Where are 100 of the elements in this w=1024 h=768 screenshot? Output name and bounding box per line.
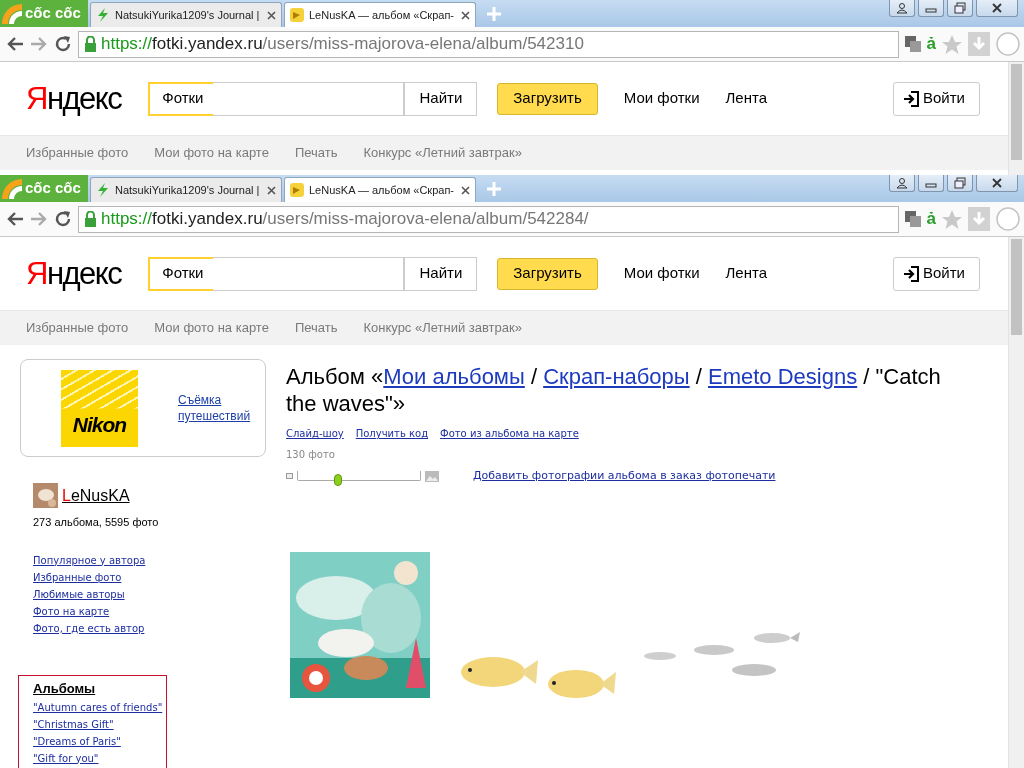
nav-link[interactable]: Конкурс «Летний завтрак»: [363, 143, 522, 163]
circle-icon[interactable]: [996, 207, 1020, 231]
close-icon: [991, 177, 1003, 189]
upload-button[interactable]: Загрузить: [497, 257, 598, 290]
brand-logo: Nikon: [61, 369, 138, 447]
login-button[interactable]: Войти: [893, 81, 980, 116]
header-link[interactable]: Лента: [725, 262, 768, 285]
minimize-button[interactable]: [918, 0, 944, 17]
new-tab-button[interactable]: [486, 181, 502, 197]
sidebar-link[interactable]: Популярное у автора: [33, 552, 266, 569]
close-button[interactable]: [976, 175, 1018, 192]
avatar: [33, 483, 58, 508]
browser-tab[interactable]: NatsukiYurika1209's Journal |: [90, 2, 282, 27]
nav-link[interactable]: Печать: [294, 318, 338, 338]
reload-button[interactable]: [54, 35, 72, 53]
search-field[interactable]: [213, 256, 405, 291]
person-icon: [896, 2, 908, 14]
maximize-icon: [954, 2, 966, 14]
new-tab-button[interactable]: [486, 6, 502, 22]
address-field[interactable]: https://fotki.yandex.ru/users/miss-majorova-elena/album/542284/: [78, 205, 899, 233]
nav-link[interactable]: Мои фото на карте: [154, 143, 269, 163]
logo-text: cốc cốc: [25, 178, 81, 199]
forward-button[interactable]: [30, 36, 48, 52]
nav-link[interactable]: Избранные фото: [26, 143, 129, 163]
sidebar-link[interactable]: Фото на карте: [33, 603, 266, 620]
scrollbar[interactable]: [1008, 237, 1024, 768]
album-link[interactable]: "Gift for you": [33, 750, 166, 767]
address-field[interactable]: https://fotki.yandex.ru/users/miss-majorova-elena/album/542310: [78, 30, 899, 58]
sun-icon: [2, 3, 22, 24]
maximize-icon: [954, 177, 966, 189]
forward-button[interactable]: [30, 211, 48, 227]
close-icon: [267, 185, 276, 195]
search-field[interactable]: [213, 81, 405, 116]
user-button[interactable]: [889, 0, 915, 17]
header-link[interactable]: Лента: [725, 87, 768, 110]
minimize-button[interactable]: [918, 175, 944, 192]
action-link[interactable]: Получить код: [355, 426, 429, 442]
album-link[interactable]: "Dreams of Paris": [33, 733, 166, 750]
user-button[interactable]: [889, 175, 915, 192]
site-logo[interactable]: Яндекс: [26, 83, 122, 114]
close-icon: [267, 10, 276, 20]
close-button[interactable]: [976, 0, 1018, 17]
maximize-button[interactable]: [947, 175, 973, 192]
username-link[interactable]: LeNusKA: [62, 483, 130, 508]
person-icon: [896, 177, 908, 189]
lock-icon: [84, 211, 97, 227]
nav-link[interactable]: Избранные фото: [26, 318, 129, 338]
header-link[interactable]: Мои фотки: [623, 262, 700, 285]
album-link[interactable]: "Autumn cares of friends": [33, 699, 166, 716]
browser-tab[interactable]: LeNusKA — альбом «Скрап-: [284, 177, 476, 202]
ad-link[interactable]: Съёмка путешествий: [178, 392, 258, 424]
login-icon: [903, 90, 919, 107]
breadcrumb-link[interactable]: Мои альбомы: [383, 364, 525, 389]
ad-banner[interactable]: Nikon Съёмка путешествий: [20, 359, 266, 457]
close-icon: [461, 185, 470, 195]
translate-button[interactable]: [904, 211, 921, 227]
bolt-icon: [96, 183, 110, 197]
star-button[interactable]: [942, 34, 962, 54]
maximize-button[interactable]: [947, 0, 973, 17]
album-link[interactable]: "Christmas Gift": [33, 716, 166, 733]
photo-count: 130 фото: [286, 448, 336, 462]
upload-button[interactable]: Загрузить: [497, 82, 598, 115]
sidebar-link[interactable]: Любимые авторы: [33, 586, 266, 603]
translate-button[interactable]: [904, 36, 921, 52]
browser-tab[interactable]: NatsukiYurika1209's Journal |: [90, 177, 282, 202]
lock-icon: [84, 36, 97, 52]
user-stats: 273 альбома, 5595 фото: [33, 515, 160, 530]
small-image-icon: [286, 473, 293, 479]
slider-thumb[interactable]: [334, 474, 343, 486]
album-title: Альбом «Мои альбомы / Скрап-наборы / Emeto Designs / "Catch the waves"»: [286, 363, 942, 417]
url-text: https://fotki.yandex.ru/users/miss-majorova-elena/album/542310: [101, 33, 584, 56]
close-icon: [991, 2, 1003, 14]
star-button[interactable]: [942, 209, 962, 229]
site-logo[interactable]: Яндекс: [26, 258, 122, 289]
breadcrumb-link[interactable]: Скрап-наборы: [543, 364, 690, 389]
browser-tab[interactable]: LeNusKA — альбом «Скрап-: [284, 2, 476, 27]
sidebar-link[interactable]: Избранные фото: [33, 569, 266, 586]
nav-link[interactable]: Мои фото на карте: [154, 318, 269, 338]
search-button[interactable]: Найти: [404, 81, 478, 116]
nav-link[interactable]: Конкурс «Летний завтрак»: [363, 318, 522, 338]
action-link[interactable]: Фото из альбома на карте: [440, 426, 579, 442]
action-link[interactable]: Слайд-шоу: [286, 426, 344, 442]
url-text: https://fotki.yandex.ru/users/miss-majorova-elena/album/542284/: [101, 208, 589, 231]
circle-icon[interactable]: [996, 32, 1020, 56]
albums-heading: Альбомы: [33, 679, 96, 698]
close-icon: [461, 10, 470, 20]
search-button[interactable]: Найти: [404, 256, 478, 291]
breadcrumb-link[interactable]: Emeto Designs: [708, 364, 858, 389]
back-button[interactable]: [6, 211, 24, 227]
sidebar-link[interactable]: Фото, где есть автор: [33, 620, 266, 637]
scrollbar[interactable]: [1008, 62, 1024, 175]
print-order-link[interactable]: Добавить фотографии альбома в заказ фотопечати: [473, 468, 776, 484]
nav-link[interactable]: Печать: [294, 143, 338, 163]
back-button[interactable]: [6, 36, 24, 52]
logo-text: cốc cốc: [25, 3, 81, 24]
large-image-icon: [425, 470, 439, 482]
header-link[interactable]: Мои фотки: [623, 87, 700, 110]
login-button[interactable]: Войти: [893, 256, 980, 291]
reload-button[interactable]: [54, 210, 72, 228]
sun-icon: [2, 178, 22, 199]
